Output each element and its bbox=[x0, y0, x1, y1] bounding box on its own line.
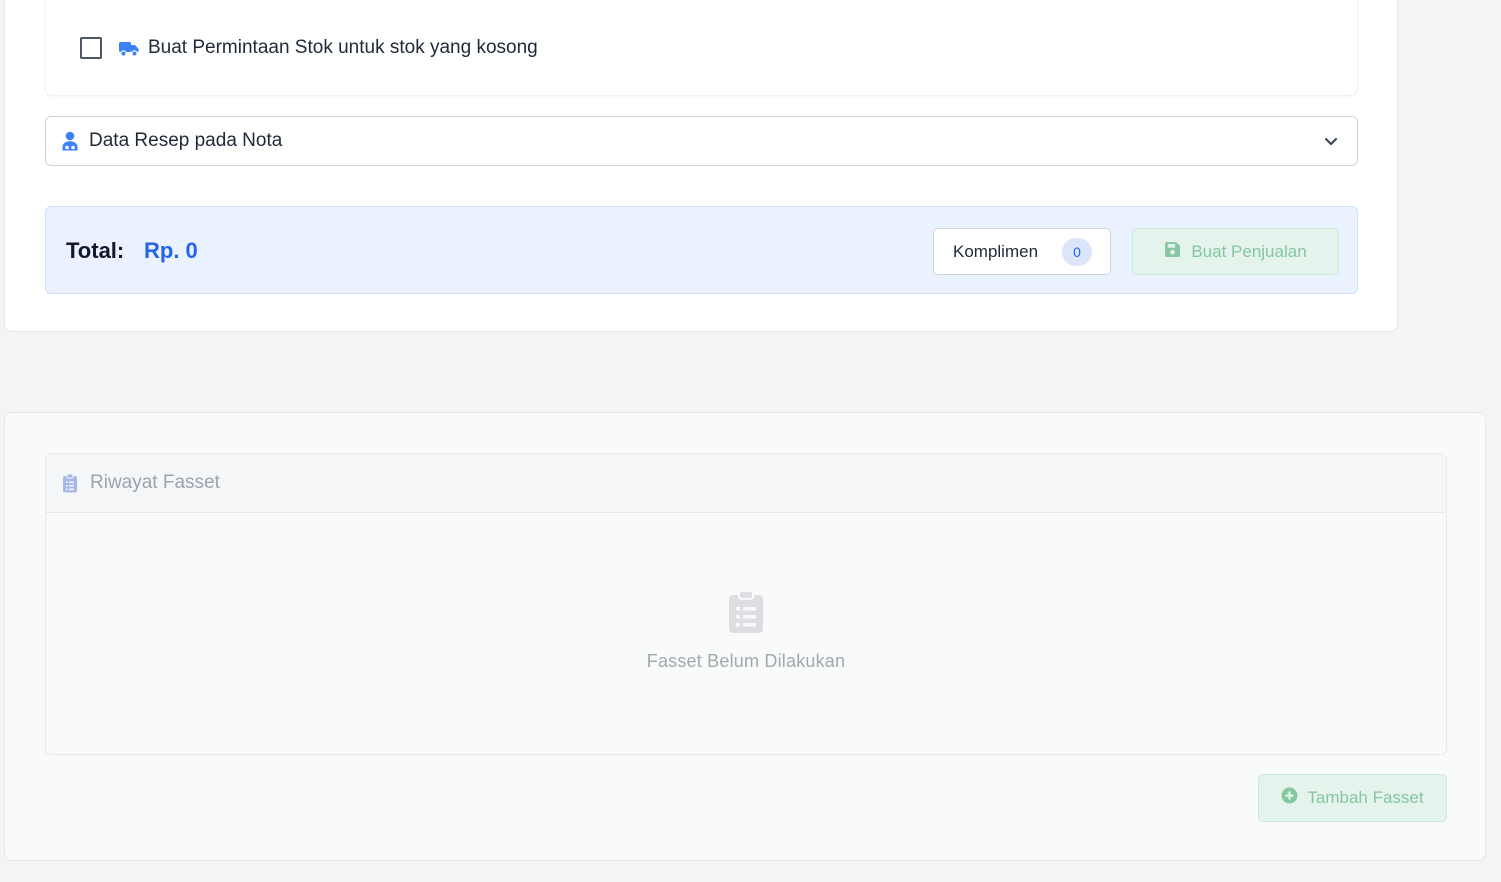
add-fasset-label: Tambah Fasset bbox=[1307, 788, 1424, 807]
prescription-accordion-label: Data Resep pada Nota bbox=[89, 130, 283, 151]
stock-options-panel: Buat Permintaan Stok untuk stok yang kos… bbox=[45, 0, 1358, 96]
plus-circle-icon bbox=[1281, 787, 1298, 809]
total-value: Rp. 0 bbox=[144, 238, 198, 263]
komplimen-count-badge: 0 bbox=[1062, 238, 1092, 266]
doctor-icon bbox=[61, 131, 79, 151]
fasset-card: Riwayat Fasset Fasset Belum Dilakukan Ta… bbox=[4, 412, 1486, 861]
fasset-history-title: Riwayat Fasset bbox=[90, 472, 220, 493]
fasset-history-header: Riwayat Fasset bbox=[46, 454, 1446, 513]
stock-request-row[interactable]: Buat Permintaan Stok untuk stok yang kos… bbox=[80, 37, 538, 59]
total-label: Total: bbox=[66, 238, 125, 263]
clipboard-list-icon bbox=[62, 473, 78, 493]
fasset-empty-text: Fasset Belum Dilakukan bbox=[646, 651, 846, 671]
floppy-disk-icon bbox=[1164, 241, 1181, 263]
komplimen-label: Komplimen bbox=[953, 241, 1039, 261]
truck-icon bbox=[118, 39, 140, 57]
stock-request-checkbox[interactable] bbox=[80, 37, 102, 59]
komplimen-button[interactable]: Komplimen 0 bbox=[933, 228, 1111, 275]
fasset-history-panel: Riwayat Fasset Fasset Belum Dilakukan bbox=[45, 453, 1447, 755]
chevron-down-icon[interactable] bbox=[1323, 133, 1339, 149]
sales-form-card: Buat Permintaan Stok untuk stok yang kos… bbox=[4, 0, 1398, 332]
create-sale-button[interactable]: Buat Penjualan bbox=[1132, 228, 1339, 275]
fasset-empty-state: Fasset Belum Dilakukan bbox=[46, 590, 1446, 672]
stock-request-label: Buat Permintaan Stok untuk stok yang kos… bbox=[148, 37, 538, 58]
add-fasset-button[interactable]: Tambah Fasset bbox=[1258, 774, 1447, 822]
create-sale-label: Buat Penjualan bbox=[1191, 241, 1307, 261]
prescription-accordion[interactable]: Data Resep pada Nota bbox=[45, 116, 1358, 166]
empty-clipboard-icon bbox=[728, 590, 764, 634]
total-summary-bar: Total: Rp. 0 Komplimen 0 Buat Penjualan bbox=[45, 206, 1358, 294]
